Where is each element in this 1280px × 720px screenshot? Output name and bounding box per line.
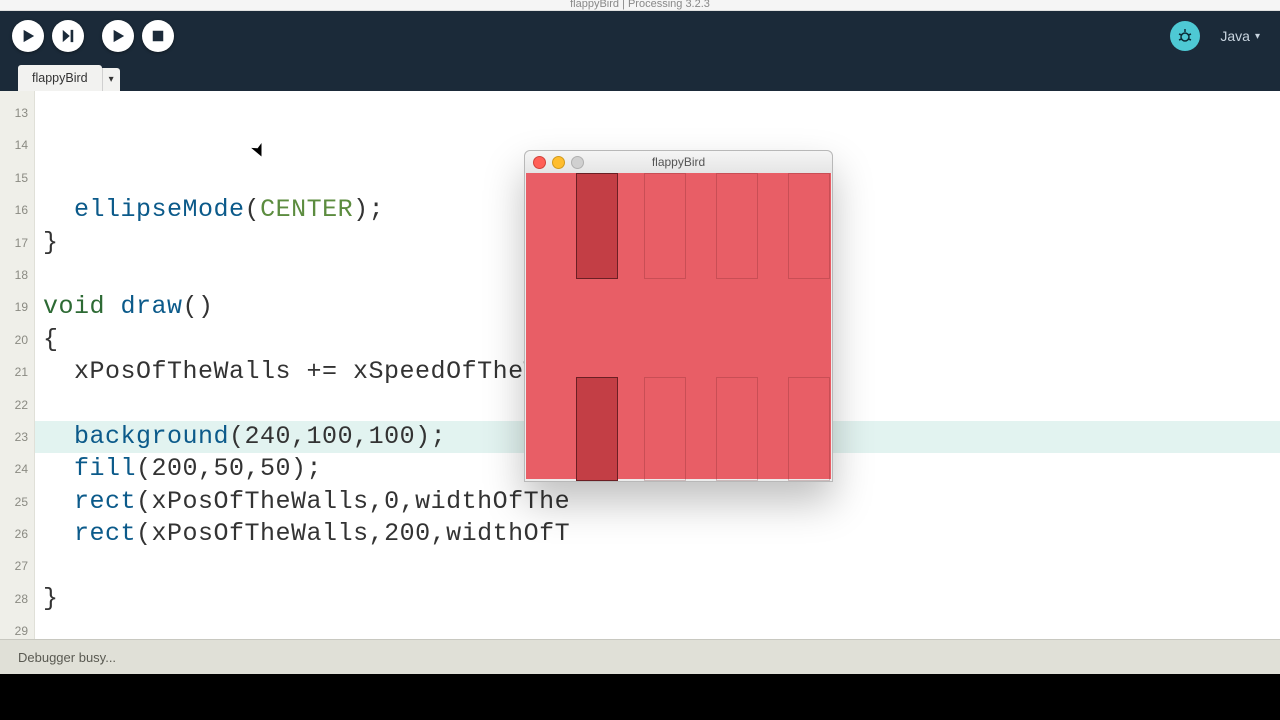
line-number: 27 [0,550,34,582]
line-number: 26 [0,518,34,550]
wall-rect [576,173,618,279]
line-number: 29 [0,615,34,647]
line-number: 23 [0,421,34,453]
code-line[interactable]: rect(xPosOfTheWalls,200,widthOfT [43,518,1280,550]
toolbar: Java ▾ [0,11,1280,61]
stop-button[interactable] [142,20,174,52]
status-text: Debugger busy... [18,650,116,665]
sketch-titlebar[interactable]: flappyBird [525,151,832,173]
line-number: 24 [0,453,34,485]
close-icon[interactable] [533,156,546,169]
line-number: 25 [0,486,34,518]
mode-label: Java [1220,28,1250,44]
wall-ghost-rect [716,377,758,481]
wall-rect [576,377,618,481]
code-line[interactable]: rect(xPosOfTheWalls,0,widthOfThe [43,486,1280,518]
code-line[interactable]: } [43,583,1280,615]
status-bar: Debugger busy... [0,639,1280,674]
sketch-window[interactable]: flappyBird [524,150,833,482]
wall-ghost-rect [644,377,686,481]
line-number: 28 [0,583,34,615]
wall-ghost-rect [644,173,686,279]
present-button[interactable] [102,20,134,52]
step-button[interactable] [52,20,84,52]
line-number: 17 [0,227,34,259]
app-title: flappyBird | Processing 3.2.3 [570,0,710,10]
tab-bar: flappyBird ▾ [0,61,1280,91]
wall-ghost-rect [788,377,830,481]
line-number: 14 [0,129,34,161]
wall-ghost-rect [716,173,758,279]
line-gutter: 1314151617181920212223242526272829 [0,91,35,639]
sketch-canvas [526,173,831,479]
line-number: 15 [0,162,34,194]
debug-icon[interactable] [1170,21,1200,51]
window-titlebar: flappyBird | Processing 3.2.3 [0,0,1280,11]
line-number: 18 [0,259,34,291]
mode-selector[interactable]: Java ▾ [1220,28,1260,44]
run-button[interactable] [12,20,44,52]
wall-ghost-rect [788,173,830,279]
line-number: 19 [0,291,34,323]
chevron-down-icon: ▾ [1255,31,1260,42]
code-line[interactable] [43,551,1280,583]
line-number: 16 [0,194,34,226]
line-number: 21 [0,356,34,388]
tab-dropdown[interactable]: ▾ [102,68,120,91]
console[interactable] [0,674,1280,720]
sketch-tab[interactable]: flappyBird [18,65,102,91]
line-number: 22 [0,389,34,421]
line-number: 13 [0,97,34,129]
line-number: 20 [0,324,34,356]
minimize-icon[interactable] [552,156,565,169]
zoom-icon [571,156,584,169]
